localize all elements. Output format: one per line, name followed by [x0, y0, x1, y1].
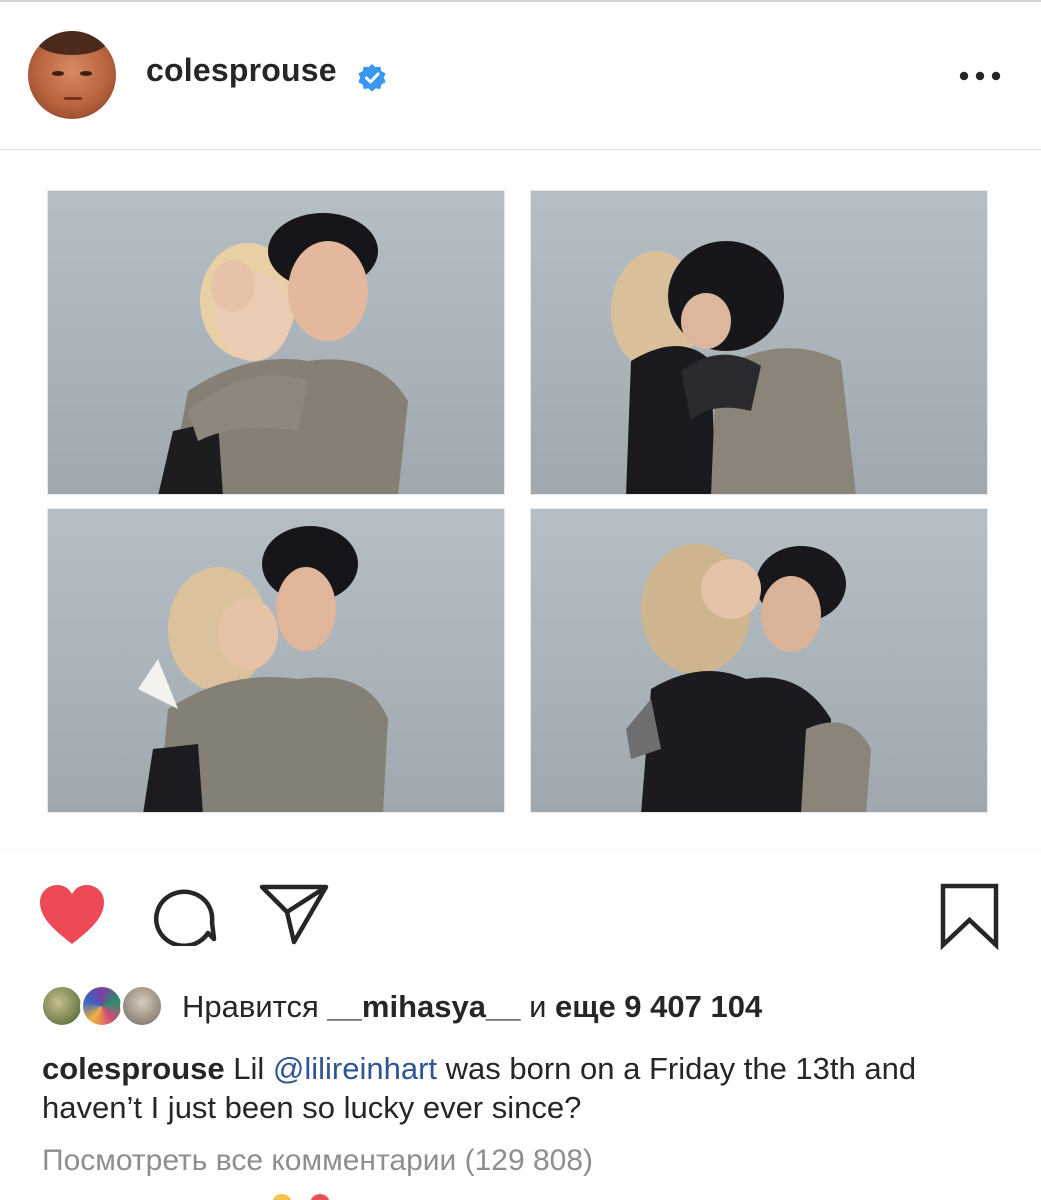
profile-avatar[interactable]	[28, 31, 116, 119]
verified-badge-icon	[358, 64, 386, 92]
share-send-icon[interactable]	[258, 882, 330, 946]
liker-avatar-1	[40, 984, 84, 1028]
photo-frame-2	[530, 190, 988, 495]
liker-username[interactable]: __mihasya__	[327, 989, 520, 1024]
likes-prefix: Нравится	[182, 989, 319, 1024]
view-all-comments-link[interactable]: Посмотреть все комментарии (129 808)	[42, 1144, 593, 1178]
photo-frame-1	[47, 190, 505, 495]
likes-conjunction: и	[529, 989, 547, 1024]
like-heart-icon[interactable]	[38, 884, 106, 946]
likes-summary[interactable]: Нравится __mihasya__ и еще 9 407 104	[40, 984, 1020, 1034]
caption-username[interactable]: colesprouse	[42, 1051, 225, 1086]
more-options-icon[interactable]	[958, 64, 1002, 88]
liker-avatar-2	[80, 984, 124, 1028]
likes-count[interactable]: еще 9 407 104	[555, 989, 762, 1024]
caption-text-before: Lil	[224, 1051, 273, 1086]
post-caption: colesprouse Lil @lilireinhart was born o…	[42, 1049, 1002, 1127]
comment-icon[interactable]	[150, 884, 218, 946]
post-header: colesprouse	[0, 2, 1041, 150]
post-actions-bar	[0, 870, 1041, 960]
post-image[interactable]	[0, 150, 1041, 852]
caption-mention[interactable]: @lilireinhart	[273, 1051, 437, 1086]
next-comment-peek-icon	[272, 1194, 330, 1200]
bookmark-save-icon[interactable]	[938, 882, 1002, 950]
liker-avatar-3	[120, 984, 164, 1028]
likes-text: Нравится __mihasya__ и еще 9 407 104	[182, 989, 762, 1025]
photo-frame-4	[530, 508, 988, 813]
post-username[interactable]: colesprouse	[146, 52, 337, 89]
photo-frame-3	[47, 508, 505, 813]
